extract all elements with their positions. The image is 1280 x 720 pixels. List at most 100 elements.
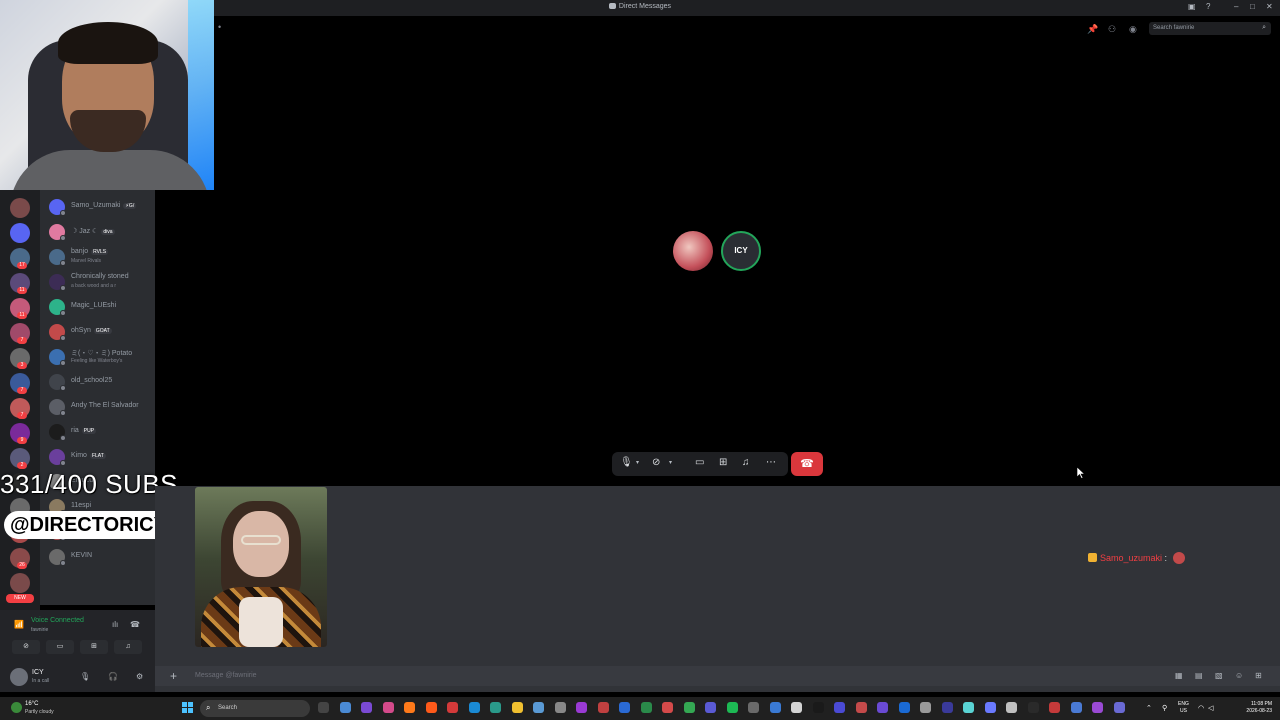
soundboard-icon[interactable]: ♫ — [742, 457, 750, 468]
app-icon[interactable] — [1113, 702, 1125, 713]
app-icon[interactable] — [920, 702, 931, 713]
chevron-down-icon[interactable]: ▾ — [636, 459, 639, 466]
clock-date[interactable]: 2026-08-23 — [1246, 708, 1272, 714]
volume-icon[interactable]: ◁ — [1208, 704, 1213, 712]
clock-time[interactable]: 11:08 PM — [1251, 701, 1272, 707]
app-icon[interactable] — [769, 702, 781, 713]
store-icon[interactable] — [533, 702, 544, 713]
gif-icon[interactable]: ▤ — [1195, 671, 1203, 680]
app-icon[interactable] — [963, 702, 974, 713]
add-attachment-icon[interactable]: + — [170, 669, 177, 683]
start-button[interactable] — [182, 702, 193, 713]
app-icon[interactable] — [490, 702, 501, 713]
minimize-button[interactable]: – — [1234, 3, 1238, 11]
apps-icon[interactable]: ⊞ — [1255, 671, 1262, 680]
sticker-icon[interactable]: ▧ — [1215, 671, 1223, 680]
screenshare-icon[interactable]: ▭ — [695, 457, 704, 468]
wifi-icon[interactable]: ◠ — [1198, 704, 1204, 712]
teams-icon[interactable] — [361, 702, 372, 713]
maximize-button[interactable]: □ — [1250, 3, 1255, 11]
chevron-down-icon[interactable]: ▾ — [669, 459, 672, 466]
dm-item[interactable]: Magic_LUEshi — [40, 295, 155, 319]
app-icon[interactable] — [1092, 702, 1103, 713]
chevron-up-icon[interactable]: ⌃ — [1146, 704, 1152, 712]
dm-item[interactable]: KEVIN — [40, 545, 155, 569]
app-icon[interactable] — [941, 702, 953, 713]
location-icon[interactable]: ⚲ — [1162, 704, 1167, 712]
dm-item[interactable]: ohSyn GOAT — [40, 320, 155, 344]
close-button[interactable]: ✕ — [1266, 3, 1273, 11]
dm-item[interactable]: Samo_Uzumaki ⚡G/ — [40, 195, 155, 219]
add-friend-icon[interactable]: ⚇ — [1108, 24, 1116, 35]
app-icon[interactable] — [726, 702, 738, 713]
server-icon[interactable] — [10, 573, 30, 593]
camera-off-icon[interactable]: ⊘ — [652, 457, 660, 468]
app-icon[interactable] — [705, 702, 716, 713]
app-icon[interactable] — [791, 702, 802, 713]
participant-avatar-icy[interactable]: ICY — [721, 231, 761, 271]
help-icon[interactable]: ? — [1206, 3, 1210, 11]
region[interactable]: US — [1180, 708, 1187, 714]
app-icon[interactable] — [640, 702, 652, 713]
leave-call-button[interactable]: ☎ — [791, 452, 823, 476]
app-icon[interactable] — [1027, 702, 1039, 713]
user-avatar[interactable] — [10, 668, 28, 686]
dm-item[interactable]: banjo RVLS Marvel Rivals — [40, 245, 155, 269]
mute-icon[interactable]: 🎙 — [620, 457, 633, 468]
firefox-icon[interactable] — [404, 702, 415, 713]
inbox-icon[interactable]: ▣ — [1188, 3, 1196, 11]
activities-icon[interactable]: ⊞ — [719, 457, 727, 468]
dm-item[interactable]: Chronically stoned a back wood and a r — [40, 270, 155, 294]
screenshare-button[interactable]: ▭ — [46, 640, 74, 654]
emoji-icon[interactable]: ☺ — [1235, 671, 1243, 680]
task-view-icon[interactable] — [318, 702, 329, 713]
profile-icon[interactable]: ◉ — [1129, 24, 1137, 35]
app-icon[interactable] — [748, 702, 759, 713]
app-icon[interactable] — [1070, 702, 1082, 713]
file-explorer-icon[interactable] — [511, 702, 523, 713]
soundboard-button[interactable]: ♫ — [114, 640, 142, 654]
app-icon[interactable] — [984, 702, 996, 713]
headphones-icon[interactable]: 🎧 — [108, 672, 118, 681]
opera-icon[interactable] — [447, 702, 458, 713]
chrome-icon[interactable] — [619, 702, 630, 713]
settings-icon[interactable]: ⚙ — [136, 672, 143, 681]
call-header-icon[interactable]: • — [218, 22, 221, 32]
dm-item[interactable]: ria PUP — [40, 420, 155, 444]
app-icon[interactable] — [576, 702, 587, 713]
disconnect-icon[interactable]: ☎ — [130, 620, 140, 629]
app-icon[interactable] — [382, 702, 394, 713]
weather-widget[interactable]: 16°C Partly cloudy — [8, 700, 68, 718]
dm-item[interactable]: Andy The El Salvador — [40, 395, 155, 419]
dm-item[interactable]: ミ(・♡・ミ) Potato Feeling like Waterboy's — [40, 345, 155, 369]
pin-icon[interactable]: 📌 — [1087, 24, 1098, 35]
obs-icon[interactable] — [554, 702, 566, 713]
app-icon[interactable] — [834, 702, 845, 713]
app-icon[interactable] — [1049, 702, 1060, 713]
noise-suppression-icon[interactable]: ılı — [112, 620, 118, 629]
edge-icon[interactable] — [468, 702, 480, 713]
language[interactable]: ENG — [1178, 701, 1189, 707]
opera-gx-icon[interactable] — [597, 702, 609, 713]
more-icon[interactable]: ⋯ — [766, 457, 776, 468]
app-icon[interactable] — [855, 702, 867, 713]
search-input[interactable]: Search fawnirie ⌕ — [1149, 22, 1271, 35]
app-icon[interactable] — [877, 702, 888, 713]
server-icon[interactable] — [10, 198, 30, 218]
video-tile-fawnirie[interactable] — [195, 487, 327, 647]
taskbar-search[interactable]: ⌕ Search — [200, 700, 310, 717]
app-icon[interactable] — [898, 702, 910, 713]
microphone-icon[interactable]: 🎙 — [80, 672, 90, 681]
camera-button[interactable]: ⊘ — [12, 640, 40, 654]
app-icon[interactable] — [1006, 702, 1017, 713]
brave-icon[interactable] — [425, 702, 437, 713]
copilot-icon[interactable] — [339, 702, 351, 713]
spotify-icon[interactable] — [683, 702, 695, 713]
participant-avatar-fawnirie[interactable] — [673, 231, 713, 271]
message-bar[interactable]: + Message @fawnirie ▦ ▤ ▧ ☺ ⊞ — [155, 666, 1280, 686]
message-input[interactable]: Message @fawnirie — [195, 672, 257, 679]
server-icon[interactable] — [10, 223, 30, 243]
app-icon[interactable] — [812, 702, 824, 713]
gift-icon[interactable]: ▦ — [1175, 671, 1183, 680]
dm-item[interactable]: Kimo FLAT — [40, 445, 155, 469]
